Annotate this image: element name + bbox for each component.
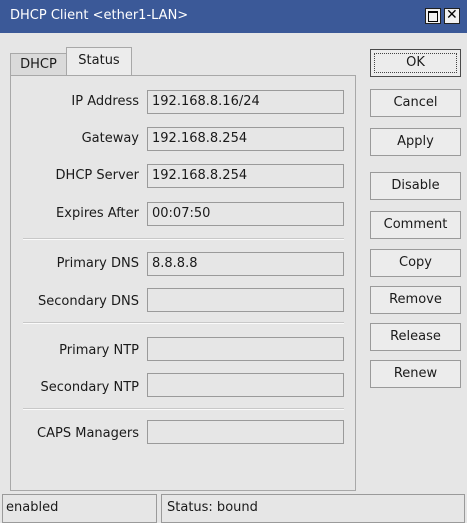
- primary-dns-label: Primary DNS: [56, 256, 139, 271]
- primary-ntp-field[interactable]: [147, 337, 344, 361]
- close-icon[interactable]: ✕: [444, 7, 460, 24]
- copy-button[interactable]: Copy: [370, 249, 461, 277]
- primary-dns-field[interactable]: 8.8.8.8: [147, 252, 344, 276]
- ok-button[interactable]: OK: [370, 49, 461, 77]
- expires-after-label: Expires After: [56, 206, 139, 221]
- gateway-label: Gateway: [81, 131, 139, 146]
- enabled-status: enabled: [2, 494, 157, 523]
- status-panel: IP Address 192.168.8.16/24 Gateway 192.1…: [10, 75, 356, 491]
- apply-button[interactable]: Apply: [370, 128, 461, 156]
- ip-address-field[interactable]: 192.168.8.16/24: [147, 90, 344, 114]
- expires-after-field[interactable]: 00:07:50: [147, 202, 344, 226]
- window-title: DHCP Client <ether1-LAN>: [10, 8, 189, 23]
- status-bar: enabled Status: bound: [0, 494, 467, 523]
- separator: [23, 408, 344, 410]
- dhcp-server-field[interactable]: 192.168.8.254: [147, 164, 344, 188]
- separator: [23, 238, 344, 240]
- remove-button[interactable]: Remove: [370, 286, 461, 314]
- secondary-ntp-label: Secondary NTP: [40, 380, 139, 395]
- comment-button[interactable]: Comment: [370, 211, 461, 239]
- disable-button[interactable]: Disable: [370, 172, 461, 200]
- tab-status[interactable]: Status: [66, 47, 132, 75]
- bound-status: Status: bound: [161, 494, 465, 523]
- secondary-dns-field[interactable]: [147, 288, 344, 312]
- gateway-field[interactable]: 192.168.8.254: [147, 127, 344, 151]
- maximize-icon[interactable]: [425, 8, 441, 24]
- caps-managers-field[interactable]: [147, 420, 344, 444]
- secondary-ntp-field[interactable]: [147, 373, 344, 397]
- separator: [23, 322, 344, 324]
- dhcp-server-label: DHCP Server: [55, 168, 139, 183]
- dhcp-client-window: DHCP Client <ether1-LAN> ✕ DHCP Status I…: [0, 0, 467, 523]
- ok-button-label: OK: [406, 55, 425, 70]
- title-bar[interactable]: DHCP Client <ether1-LAN> ✕: [0, 0, 467, 33]
- tab-dhcp[interactable]: DHCP: [10, 53, 67, 76]
- cancel-button[interactable]: Cancel: [370, 89, 461, 117]
- secondary-dns-label: Secondary DNS: [38, 294, 139, 309]
- caps-managers-label: CAPS Managers: [37, 426, 139, 441]
- primary-ntp-label: Primary NTP: [59, 343, 139, 358]
- renew-button[interactable]: Renew: [370, 360, 461, 388]
- release-button[interactable]: Release: [370, 323, 461, 351]
- ip-address-label: IP Address: [71, 94, 139, 109]
